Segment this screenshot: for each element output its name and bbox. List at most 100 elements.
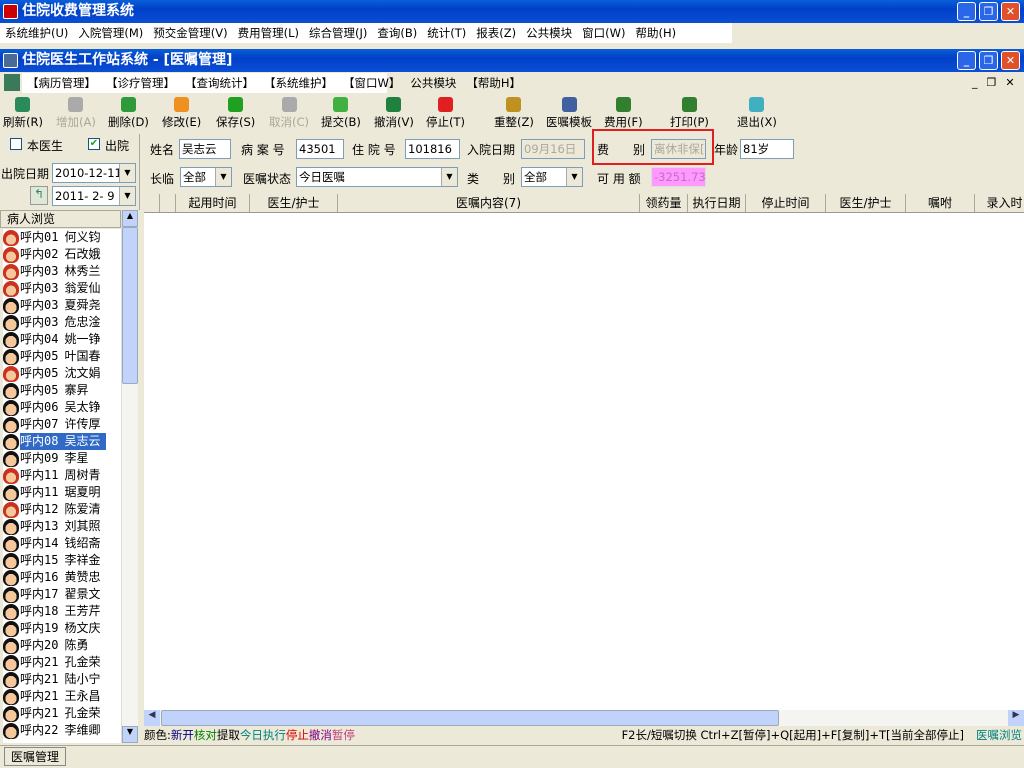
patient-list-item[interactable]: 呼内04 姚一铮	[3, 331, 121, 348]
restore-button[interactable]: ❐	[979, 2, 998, 21]
patient-list-item[interactable]: 呼内12 陈爱清	[3, 501, 121, 518]
app-menu-item[interactable]: 统计(T)	[422, 23, 471, 43]
patient-list-scrollbar[interactable]: ▲ ▼	[121, 210, 138, 743]
discharged-checkbox[interactable]: ✔	[88, 138, 100, 150]
fee-button[interactable]: 费用(F)	[604, 97, 643, 130]
scroll-left-icon[interactable]: ◀	[144, 710, 160, 726]
patient-list-item[interactable]: 呼内02 石改娥	[3, 246, 121, 263]
patient-list-item[interactable]: 呼内13 刘其照	[3, 518, 121, 535]
patient-list-item[interactable]: 呼内05 沈文娟	[3, 365, 121, 382]
child-menu-item[interactable]: 【帮助H】	[461, 73, 526, 93]
child-menu-item[interactable]: 【病历管理】	[22, 73, 101, 93]
patient-list-header[interactable]: 病人浏览	[0, 210, 121, 228]
patient-list-item[interactable]: 呼内21 孔金荣	[3, 705, 121, 722]
hscroll-thumb[interactable]	[161, 710, 779, 726]
orders-hscrollbar[interactable]: ◀ ▶	[144, 710, 1024, 726]
record-no-field[interactable]: 43501	[296, 139, 344, 159]
patient-list-item[interactable]: 呼内21 陆小宁	[3, 671, 121, 688]
cancel-button[interactable]: 取消(C)	[269, 97, 309, 130]
app-menu-item[interactable]: 帮助(H)	[630, 23, 681, 43]
date-from-picker[interactable]: 2010-12-11 ▼	[52, 163, 136, 183]
template-button[interactable]: 医嘱模板	[546, 97, 592, 130]
mdi-controls[interactable]: _❐✕	[972, 76, 1024, 89]
app-menu-item[interactable]: 报表(Z)	[471, 23, 521, 43]
close-button[interactable]: ✕	[1001, 2, 1020, 21]
patient-list-item[interactable]: 呼内01 何义钧	[3, 229, 121, 246]
patient-list-item[interactable]: 呼内20 陈勇	[3, 637, 121, 654]
column-header[interactable]	[144, 194, 160, 212]
column-header[interactable]: 执行日期	[688, 194, 746, 212]
app-menu-item[interactable]: 窗口(W)	[577, 23, 630, 43]
patient-list-item[interactable]: 呼内08 吴志云	[3, 433, 121, 450]
scroll-right-icon[interactable]: ▶	[1008, 710, 1024, 726]
date-to-picker[interactable]: 2011- 2- 9 ▼	[52, 186, 136, 206]
my-doctor-checkbox[interactable]	[10, 138, 22, 150]
patient-list-item[interactable]: 呼内22 李维卿	[3, 722, 121, 739]
submit-button[interactable]: 提交(B)	[321, 97, 361, 130]
name-field[interactable]: 吴志云	[179, 139, 231, 159]
patient-list-item[interactable]: 呼内21 王永昌	[3, 688, 121, 705]
patient-list-item[interactable]: 呼内03 林秀兰	[3, 263, 121, 280]
app-menu-item[interactable]: 系统维护(U)	[0, 23, 73, 43]
category-select[interactable]: 全部 ▼	[521, 167, 583, 187]
patient-list-item[interactable]: 呼内09 李星	[3, 450, 121, 467]
app-menu-item[interactable]: 费用管理(L)	[233, 23, 304, 43]
column-header[interactable]: 起用时间	[176, 194, 250, 212]
status-select[interactable]: 今日医嘱 ▼	[296, 167, 458, 187]
child-menu-item[interactable]: 【诊疗管理】	[101, 73, 180, 93]
column-header[interactable]: 嘱咐	[906, 194, 975, 212]
tab-order-management[interactable]: 医嘱管理	[4, 747, 67, 766]
delete-button[interactable]: 删除(D)	[108, 97, 149, 130]
column-header[interactable]: 录入时	[975, 194, 1024, 212]
print-button[interactable]: 打印(P)	[670, 97, 709, 130]
patient-list-item[interactable]: 呼内05 叶国春	[3, 348, 121, 365]
edit-button[interactable]: 修改(E)	[162, 97, 201, 130]
save-button[interactable]: 保存(S)	[216, 97, 255, 130]
refresh-button[interactable]: 刷新(R)	[3, 97, 43, 130]
patient-list-item[interactable]: 呼内07 许传厚	[3, 416, 121, 433]
column-header[interactable]: 停止时间	[746, 194, 826, 212]
column-header[interactable]: 医生/护士	[250, 194, 338, 212]
app-menu-item[interactable]: 入院管理(M)	[73, 23, 148, 43]
order-browse-link[interactable]: 医嘱浏览	[976, 727, 1022, 744]
child-menu-item[interactable]: 【查询统计】	[180, 73, 259, 93]
stop-button[interactable]: 停止(T)	[426, 97, 465, 130]
refresh-list-button[interactable]: ↰	[30, 186, 48, 205]
orders-table-body[interactable]	[144, 213, 1024, 710]
patient-list-item[interactable]: 呼内03 危忠淦	[3, 314, 121, 331]
scroll-down-icon[interactable]: ▼	[122, 726, 138, 743]
patient-list-item[interactable]: 呼内03 翁爱仙	[3, 280, 121, 297]
child-restore-button[interactable]: ❐	[979, 51, 998, 70]
patient-list-item[interactable]: 呼内05 寨昇	[3, 382, 121, 399]
scroll-up-icon[interactable]: ▲	[122, 210, 138, 227]
child-menu-item[interactable]: 【窗口W】	[338, 73, 405, 93]
patient-list-item[interactable]: 呼内16 黄赞忠	[3, 569, 121, 586]
patient-list-item[interactable]: 呼内06 吴太铮	[3, 399, 121, 416]
app-menu-item[interactable]: 查询(B)	[372, 23, 422, 43]
scroll-thumb[interactable]	[122, 227, 138, 384]
patient-list-item[interactable]: 呼内21 孔金荣	[3, 654, 121, 671]
reorganize-button[interactable]: 重整(Z)	[494, 97, 534, 130]
column-header[interactable]: 医生/护士	[826, 194, 906, 212]
app-menu-item[interactable]: 公共模块	[521, 23, 577, 43]
patient-list-item[interactable]: 呼内14 钱绍斋	[3, 535, 121, 552]
patient-list-item[interactable]: 呼内11 琚夏明	[3, 484, 121, 501]
patient-list-item[interactable]: 呼内19 杨文庆	[3, 620, 121, 637]
age-field[interactable]: 81岁	[740, 139, 794, 159]
patient-list-item[interactable]: 呼内03 夏舜尧	[3, 297, 121, 314]
patient-list-item[interactable]: 呼内17 翟景文	[3, 586, 121, 603]
patient-list-item[interactable]: 呼内18 王芳芹	[3, 603, 121, 620]
column-header[interactable]: 医嘱内容(7)	[338, 194, 640, 212]
patient-list-item[interactable]: 呼内15 李祥金	[3, 552, 121, 569]
add-button[interactable]: 增加(A)	[56, 97, 96, 130]
column-header[interactable]	[160, 194, 176, 212]
child-menu-item[interactable]: 公共模块	[405, 73, 461, 93]
patient-list-item[interactable]: 呼内11 周树青	[3, 467, 121, 484]
app-menu-item[interactable]: 综合管理(J)	[304, 23, 372, 43]
minimize-button[interactable]: _	[957, 2, 976, 21]
undo-button[interactable]: 撤消(V)	[374, 97, 414, 130]
exit-button[interactable]: 退出(X)	[737, 97, 777, 130]
term-select[interactable]: 全部 ▼	[180, 167, 232, 187]
child-minimize-button[interactable]: _	[957, 51, 976, 70]
app-menu-item[interactable]: 预交金管理(V)	[148, 23, 232, 43]
